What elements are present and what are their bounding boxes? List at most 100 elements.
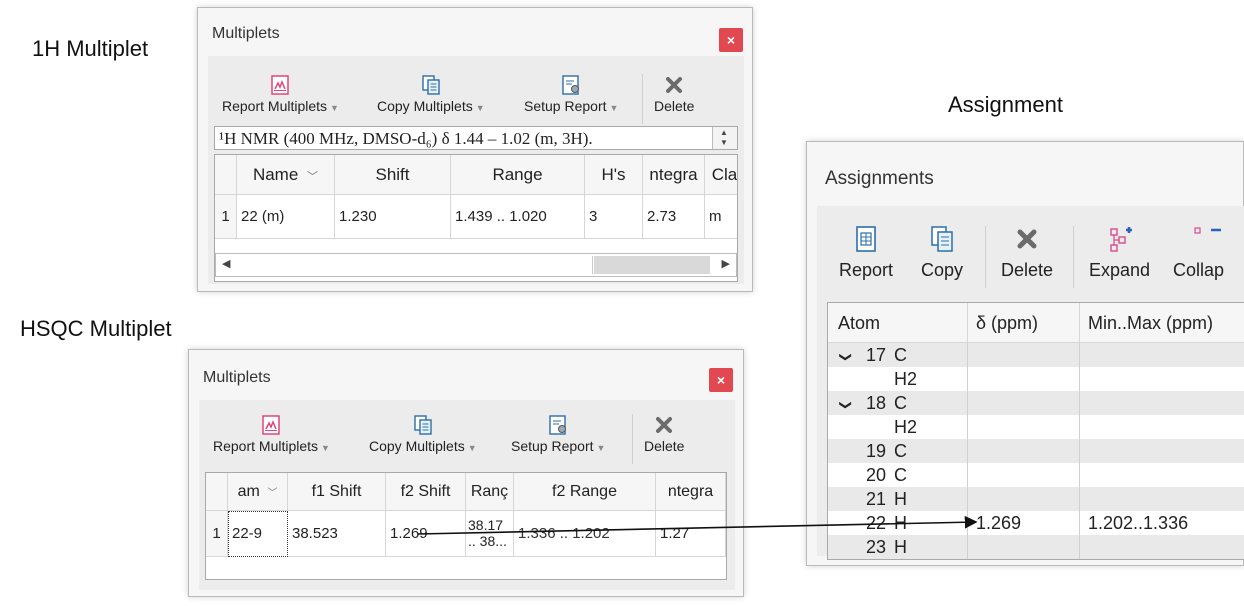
report-multiplets-button[interactable]: Report Multiplets ▼ — [213, 414, 330, 454]
toolbar-separator — [985, 226, 986, 288]
table-cell-range[interactable]: 38.17 .. 38... — [466, 511, 514, 557]
shift-cell[interactable] — [968, 463, 1080, 487]
delete-icon — [656, 417, 673, 433]
setup-report-button[interactable]: Setup Report ▼ — [524, 74, 618, 114]
table-cell-name[interactable]: 22 (m) — [237, 195, 335, 239]
collapse-button[interactable]: Collap — [1173, 224, 1243, 281]
delete-button[interactable]: Delete — [1001, 224, 1053, 281]
atom-cell[interactable]: 21 H — [828, 487, 968, 511]
delete-label: Delete — [654, 98, 695, 114]
scroll-left-icon[interactable]: ◀ — [222, 257, 230, 270]
shift-cell[interactable]: 1.269 — [968, 511, 1080, 535]
close-button[interactable]: × — [719, 28, 743, 52]
atom-cell[interactable]: ❯ 18 C — [828, 391, 968, 415]
table-cell-integral[interactable]: 1.27 — [656, 511, 726, 557]
range-cell[interactable] — [1080, 415, 1244, 439]
horizontal-scrollbar[interactable]: ◀ ▶ — [215, 253, 737, 277]
report-button[interactable]: Report — [839, 224, 893, 281]
report-text: ¹H NMR (400 MHz, DMSO-d₆) δ 1.44 – 1.02 … — [219, 129, 593, 148]
report-icon — [271, 75, 290, 95]
shift-cell[interactable] — [968, 343, 1080, 367]
table-cell-f2-shift[interactable]: 1.269 — [386, 511, 466, 557]
atom-cell[interactable]: ❯ 17 C — [828, 343, 968, 367]
atom-cell[interactable]: H2 — [828, 415, 968, 439]
atom-cell[interactable]: 23 H — [828, 535, 968, 559]
column-header-shift[interactable]: δ (ppm) — [968, 303, 1080, 343]
shift-cell[interactable] — [968, 415, 1080, 439]
sort-chevron-icon: ﹀ — [267, 488, 278, 499]
table-cell-f2-range[interactable]: 1.336 .. 1.202 — [514, 511, 656, 557]
toolbar-separator — [1073, 226, 1074, 288]
assignments-table: Atom δ (ppm) Min..Max (ppm) ❯ 17 C H2 ❯ 18 C H2… — [827, 302, 1244, 560]
copy-multiplets-button[interactable]: Copy Multiplets ▼ — [369, 414, 477, 454]
row-number[interactable]: 1 — [215, 195, 237, 239]
column-header-name[interactable]: Name ﹀ — [237, 155, 335, 195]
range-cell[interactable] — [1080, 439, 1244, 463]
table-cell-integral[interactable]: 2.73 — [643, 195, 705, 239]
chevron-down-icon[interactable]: ❯ — [834, 349, 858, 365]
table-cell-class[interactable]: m — [705, 195, 737, 239]
report-text-field[interactable]: ¹H NMR (400 MHz, DMSO-d₆) δ 1.44 – 1.02 … — [214, 126, 738, 150]
range-cell[interactable] — [1080, 535, 1244, 559]
shift-cell[interactable] — [968, 391, 1080, 415]
setup-report-icon — [562, 75, 580, 95]
shift-cell[interactable] — [968, 367, 1080, 391]
report-spinner[interactable]: ▲ ▼ — [712, 127, 737, 149]
table-cell-f1-shift[interactable]: 38.523 — [288, 511, 386, 557]
atom-cell[interactable]: 20 C — [828, 463, 968, 487]
scrollbar-track[interactable] — [594, 256, 710, 274]
shift-cell[interactable] — [968, 535, 1080, 559]
atom-cell[interactable]: 19 C — [828, 439, 968, 463]
atom-cell[interactable]: 22 H — [828, 511, 968, 535]
range-cell[interactable] — [1080, 463, 1244, 487]
table-cell-name[interactable]: 22-9 — [228, 511, 288, 557]
shift-cell[interactable] — [968, 439, 1080, 463]
scroll-right-icon[interactable]: ▶ — [722, 257, 730, 270]
column-header-integral[interactable]: ntegra — [643, 155, 705, 195]
copy-button[interactable]: Copy — [921, 224, 963, 281]
range-cell[interactable] — [1080, 391, 1244, 415]
range-cell[interactable]: 1.202..1.336 — [1080, 511, 1244, 535]
assignment-rows: ❯ 17 C H2 ❯ 18 C H2 19 C 20 C 21 H 22 H 1.269 1.202..1.33… — [828, 343, 1244, 559]
atom-cell[interactable]: H2 — [828, 367, 968, 391]
atom-number: 21 — [865, 489, 886, 509]
range-cell[interactable] — [1080, 487, 1244, 511]
dropdown-caret-icon: ▼ — [467, 443, 477, 453]
table-cell-shift[interactable]: 1.230 — [335, 195, 451, 239]
column-header-atom[interactable]: Atom — [828, 303, 968, 343]
range-cell[interactable] — [1080, 343, 1244, 367]
row-number[interactable]: 1 — [206, 511, 228, 557]
panel-title: Assignments — [825, 168, 934, 189]
range-cell[interactable] — [1080, 367, 1244, 391]
delete-button[interactable]: Delete — [654, 74, 694, 114]
column-header-minmax[interactable]: Min..Max (ppm) — [1080, 303, 1244, 343]
column-header-range[interactable]: Ranç — [466, 473, 514, 511]
table-cell-hs[interactable]: 3 — [585, 195, 643, 239]
column-header-f2-shift[interactable]: f2 Shift — [386, 473, 466, 511]
copy-icon — [414, 415, 432, 435]
copy-multiplets-button[interactable]: Copy Multiplets ▼ — [377, 74, 485, 114]
delete-button[interactable]: Delete — [644, 414, 684, 454]
setup-report-button[interactable]: Setup Report ▼ — [511, 414, 605, 454]
table-cell-range[interactable]: 1.439 .. 1.020 — [451, 195, 585, 239]
column-header-class[interactable]: Cla — [705, 155, 737, 195]
column-header-integral[interactable]: ntegra — [656, 473, 726, 511]
column-header-name[interactable]: am ﹀ — [228, 473, 288, 511]
atom-symbol: C — [894, 393, 907, 413]
column-header-f2-range[interactable]: f2 Range — [514, 473, 656, 511]
sort-chevron-icon: ﹀ — [307, 171, 319, 183]
report-label: Report — [839, 260, 894, 280]
close-button[interactable]: × — [709, 368, 733, 392]
expand-button[interactable]: Expand — [1089, 224, 1150, 281]
panel-title: Multiplets — [203, 369, 271, 386]
atom-symbol: H — [894, 489, 907, 509]
scrollbar-thumb[interactable] — [242, 256, 593, 274]
column-header-range[interactable]: Range — [451, 155, 585, 195]
shift-cell[interactable] — [968, 487, 1080, 511]
column-header-shift[interactable]: Shift — [335, 155, 451, 195]
chevron-down-icon[interactable]: ❯ — [834, 397, 858, 413]
setup-report-label: Setup Report — [511, 438, 594, 454]
report-multiplets-button[interactable]: Report Multiplets ▼ — [222, 74, 339, 114]
column-header-f1-shift[interactable]: f1 Shift — [288, 473, 386, 511]
column-header-hs[interactable]: H's — [585, 155, 643, 195]
